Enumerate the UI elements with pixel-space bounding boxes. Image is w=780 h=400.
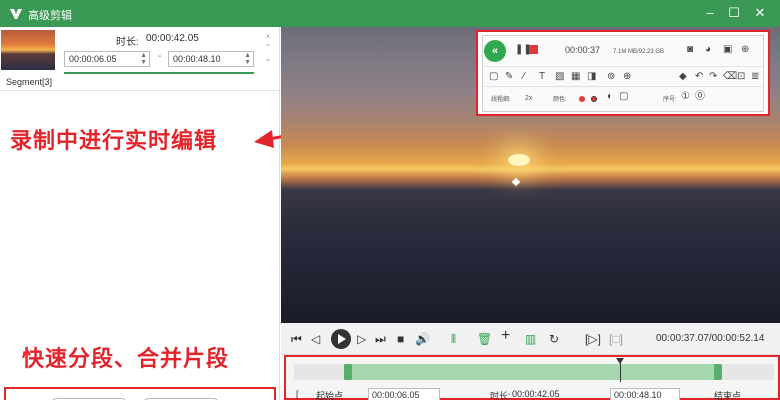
number-tool-icon[interactable]: ⊚ — [607, 71, 615, 83]
step-back-icon[interactable]: ◁ — [311, 331, 320, 347]
play-button[interactable] — [331, 329, 351, 349]
video-sun — [508, 154, 530, 166]
line-tool-icon[interactable]: ⁄ — [523, 71, 525, 83]
minimize-button[interactable]: – — [700, 4, 720, 22]
segment-panel: Segment[3] 时长: 00:00:42.05 00:00:06.05 ▲… — [0, 27, 280, 400]
timeline-end-label: 结束点 — [714, 391, 742, 400]
timeline-start-handle[interactable] — [344, 364, 352, 380]
segment-label: Segment[3] — [6, 77, 53, 87]
volume-icon[interactable]: 🔊 — [415, 331, 430, 347]
outline-shape-icon[interactable]: ▢ — [619, 91, 628, 103]
segment-actions-highlight — [4, 387, 276, 400]
number-style-select[interactable]: ① — [681, 91, 690, 103]
line-width-label: 线粗细: — [491, 97, 511, 103]
stop-record-icon[interactable] — [529, 45, 538, 54]
segment-end-input[interactable]: 00:00:48.10 ▲ ▼ — [168, 51, 254, 67]
timeline-end-handle[interactable] — [714, 364, 722, 380]
toolbox-icon[interactable]: ▣ — [723, 44, 732, 56]
color-swatch-red[interactable] — [579, 96, 585, 102]
set-end-icon[interactable]: [□] — [609, 331, 623, 347]
text-tool-icon[interactable]: T — [539, 71, 545, 83]
reset-icon[interactable]: ↻ — [549, 331, 559, 347]
number-label: 序号: — [663, 97, 677, 103]
rectangle-tool-icon[interactable]: ▢ — [489, 71, 498, 83]
webcam-icon[interactable]: ◕ — [705, 44, 711, 56]
color-swatch-selected[interactable] — [591, 96, 597, 102]
add-segment-icon[interactable]: + — [501, 328, 510, 344]
split-icon[interactable]: ⫴ — [451, 331, 456, 347]
timeline-range-row: [ 起始点 00:00:06.05 时长: 00:00:42.05 00:00:… — [286, 386, 778, 400]
bracket-left-icon: [ — [296, 389, 299, 399]
timeline-end-input[interactable]: 00:00:48.10 — [610, 388, 680, 400]
realtime-edit-annotation: 录制中进行实时编辑 — [10, 128, 218, 153]
recording-toolbar: « ❚❚ 00:00:37 7.1M MB/92.23 GB ◙ ◕ ▣ ⊕ ▢… — [482, 35, 765, 112]
color-label: 颜色: — [553, 97, 567, 103]
pen-tool-icon[interactable]: ✎ — [505, 71, 513, 83]
set-start-icon[interactable]: [▷] — [585, 331, 601, 347]
merge-icon[interactable]: ▥ — [525, 331, 536, 347]
timeline-duration-value: 00:00:42.05 — [512, 389, 560, 399]
recording-toolbar-row-draw: ▢ ✎ ⁄ T ▧ ▦ ◨ ⊚ ⊕ ◆ ↶ ↷ ⌫ ⊡ ≣ — [483, 66, 765, 86]
screenshot-icon[interactable]: ◙ — [687, 44, 693, 56]
segment-duration-value: 00:00:42.05 — [146, 33, 199, 44]
go-end-icon[interactable]: ⏭ — [375, 331, 386, 347]
timeline-highlight: [ 起始点 00:00:06.05 时长: 00:00:42.05 00:00:… — [284, 355, 780, 400]
close-button[interactable]: ✕ — [750, 4, 770, 22]
segment-start-value: 00:00:06.05 — [69, 54, 117, 64]
zoom-tool-icon[interactable]: ⊕ — [623, 71, 631, 83]
timeline-selection[interactable] — [344, 364, 718, 380]
settings-icon[interactable]: ≣ — [751, 71, 759, 83]
title-bar: 高级剪辑 – ☐ ✕ — [0, 0, 780, 27]
redo-icon[interactable]: ↷ — [709, 71, 717, 83]
player-controls: ⏮ ◁ ▷ ⏭ ■ 🔊 ⫴ 🗑 + ▥ ↻ [▷] [□] 00:00:37.0… — [281, 323, 780, 355]
clear-icon[interactable]: ⌫ — [723, 71, 737, 83]
delete-segment-icon[interactable]: 🗑 — [477, 331, 492, 347]
start-spinner-icon[interactable]: ▲ ▼ — [140, 52, 147, 66]
line-width-select[interactable]: 2x — [525, 93, 532, 105]
maximize-button[interactable]: ☐ — [724, 4, 744, 22]
delete-annotation-icon[interactable]: ⊡ — [737, 71, 745, 83]
segment-duration-label: 时长: — [116, 37, 139, 48]
segment-start-input[interactable]: 00:00:06.05 ▲ ▼ — [64, 51, 150, 67]
app-logo-icon — [10, 9, 22, 19]
segment-thumbnail[interactable] — [1, 30, 55, 70]
time-range-dash: - — [158, 51, 162, 62]
recording-toolbar-row-style: 线粗细: 2x 颜色: ◐ ▢ 序号: ① ⓪ — [483, 86, 765, 106]
number-style-alt-icon[interactable]: ⓪ — [695, 91, 705, 103]
undo-icon[interactable]: ↶ — [695, 71, 703, 83]
go-start-icon[interactable]: ⏮ — [291, 331, 302, 347]
recording-filesize: 7.1M MB/92.23 GB — [613, 49, 665, 55]
timeline-start-label: 起始点 — [316, 391, 344, 400]
segment-card[interactable]: Segment[3] 时长: 00:00:42.05 00:00:06.05 ▲… — [0, 27, 280, 91]
recording-toolbar-row-status: ❚❚ 00:00:37 7.1M MB/92.23 GB ◙ ◕ ▣ ⊕ — [483, 40, 765, 60]
stop-icon[interactable]: ■ — [397, 331, 404, 347]
timeline-start-input[interactable]: 00:00:06.05 — [368, 388, 440, 400]
split-merge-annotation: 快速分段、合并片段 — [22, 346, 230, 371]
playback-time-readout: 00:00:37.07/00:00:52.14 — [656, 333, 765, 344]
recording-elapsed: 00:00:37 — [565, 45, 601, 55]
eraser-icon[interactable]: ◆ — [679, 71, 687, 83]
window-title: 高级剪辑 — [28, 10, 72, 22]
timeline-playhead[interactable] — [616, 358, 624, 382]
recording-toolbar-highlight: « ❚❚ 00:00:37 7.1M MB/92.23 GB ◙ ◕ ▣ ⊕ ▢… — [476, 30, 770, 116]
mosaic-tool-icon[interactable]: ▦ — [571, 71, 580, 83]
segment-range-bar — [64, 72, 254, 74]
cursor-marker-icon — [511, 177, 521, 187]
image-tool-icon[interactable]: ▧ — [555, 71, 564, 83]
timeline-duration-label: 时长: — [490, 391, 511, 400]
segment-end-value: 00:00:48.10 — [173, 54, 221, 64]
fill-shape-icon[interactable]: ◐ — [607, 91, 613, 103]
step-forward-icon[interactable]: ▷ — [357, 331, 366, 347]
globe-icon[interactable]: ⊕ — [741, 44, 749, 56]
highlight-tool-icon[interactable]: ◨ — [587, 71, 596, 83]
